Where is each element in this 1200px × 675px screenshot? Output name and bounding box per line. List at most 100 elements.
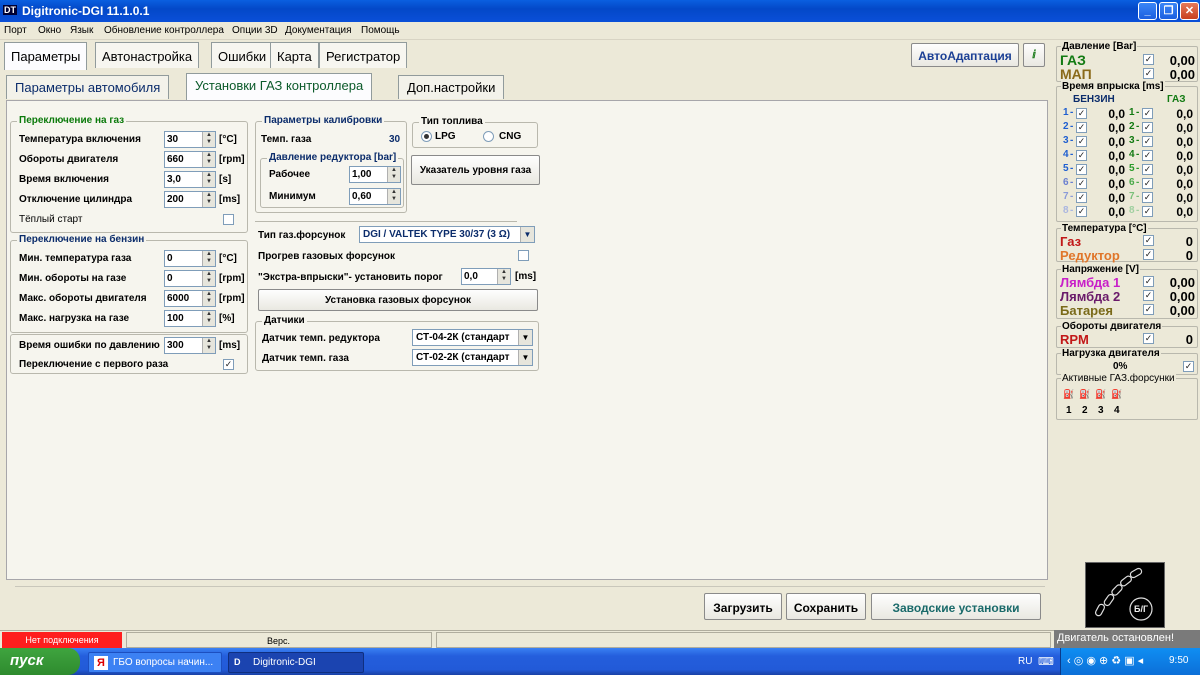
max-rpm-input[interactable]: 6000 ▲ ▼ [164, 290, 216, 307]
minimize-button[interactable]: _ [1138, 2, 1157, 20]
pressure-error-input[interactable]: 300 ▲ ▼ [164, 337, 216, 354]
gas-pressure-checkbox[interactable]: ✓ [1143, 54, 1154, 65]
switch-time-input[interactable]: 3,0 ▲ ▼ [164, 171, 216, 188]
map-pressure-label: МАП [1060, 66, 1092, 82]
language-indicator[interactable]: RU [1018, 656, 1032, 667]
pressure-group: Давление [Bar] ГАЗ ✓ 0,00 МАП ✓ 0,00 [1056, 41, 1198, 82]
lpg-radio[interactable] [421, 131, 432, 142]
gas-cyl-7-checkbox[interactable]: ✓ [1142, 192, 1153, 203]
on-temp-input[interactable]: 30 ▲ ▼ [164, 131, 216, 148]
tab-recorder[interactable]: Регистратор [319, 42, 408, 68]
menu-help[interactable]: Помощь [361, 25, 400, 36]
petrol-cyl-2-checkbox[interactable]: ✓ [1076, 122, 1087, 133]
maximize-button[interactable]: ❐ [1159, 2, 1178, 20]
cylinder-off-input[interactable]: 200 ▲ ▼ [164, 191, 216, 208]
min-rpm-input[interactable]: 0 ▲ ▼ [164, 270, 216, 287]
fuel-type-group: Тип топлива LPG CNG [412, 116, 538, 148]
reducer-temp-checkbox[interactable]: ✓ [1143, 249, 1154, 260]
gas-cyl-3-checkbox[interactable]: ✓ [1142, 136, 1153, 147]
tab-parameters[interactable]: Параметры [4, 42, 88, 70]
petrol-cyl-7-checkbox[interactable]: ✓ [1076, 192, 1087, 203]
gas-sensor-select[interactable]: СТ-02-2К (стандарт ▼ [412, 349, 533, 366]
gas-cyl-dash: - [1136, 107, 1140, 118]
gas-cyl-3-label: 3 [1129, 135, 1135, 146]
task-digitronic[interactable]: D Digitronic-DGI [228, 652, 364, 673]
max-load-label: Макс. нагрузка на газе [19, 313, 130, 324]
keyboard-icon[interactable]: ⌨ [1038, 655, 1054, 668]
factory-settings-button[interactable]: Заводские установки [871, 593, 1041, 620]
gas-level-button[interactable]: Указатель уровня газа [411, 155, 540, 185]
bottom-divider [15, 586, 1045, 587]
tab-errors[interactable]: Ошибки [211, 42, 274, 68]
injector-3-number: 3 [1098, 405, 1104, 416]
min-gas-temp-input[interactable]: 0 ▲ ▼ [164, 250, 216, 267]
menu-language[interactable]: Язык [70, 25, 93, 36]
menu-3d-options[interactable]: Опции 3D [232, 25, 278, 36]
gas-cyl-5-checkbox[interactable]: ✓ [1142, 164, 1153, 175]
subtab-extra-settings[interactable]: Доп.настройки [398, 75, 505, 99]
reducer-sensor-select[interactable]: СТ-04-2К (стандарт ▼ [412, 329, 533, 346]
petrol-cyl-8-checkbox[interactable]: ✓ [1076, 206, 1087, 217]
petrol-cyl-3-checkbox[interactable]: ✓ [1076, 136, 1087, 147]
lambda2-checkbox[interactable]: ✓ [1143, 290, 1154, 301]
gas-cyl-2-label: 2 [1129, 121, 1135, 132]
injector-warmup-checkbox[interactable] [518, 250, 529, 261]
load-checkbox[interactable]: ✓ [1183, 361, 1194, 372]
working-pressure-label: Рабочее [269, 169, 311, 180]
lambda1-value: 0,00 [1169, 275, 1195, 290]
subtab-car-params[interactable]: Параметры автомобиля [6, 75, 170, 99]
gas-cyl-8-checkbox[interactable]: ✓ [1142, 206, 1153, 217]
menu-port[interactable]: Порт [4, 25, 27, 36]
max-load-input[interactable]: 100 ▲ ▼ [164, 310, 216, 327]
petrol-cyl-6-checkbox[interactable]: ✓ [1076, 178, 1087, 189]
menu-documentation[interactable]: Документация [285, 25, 352, 36]
warm-start-checkbox[interactable] [223, 214, 234, 225]
injector-type-select[interactable]: DGI / VALTEK TYPE 30/37 (3 Ω) ▼ [359, 226, 535, 243]
petrol-cyl-dash: - [1070, 149, 1074, 160]
calibration-group: Параметры калибровки Темп. газа 30 Давле… [255, 115, 407, 213]
gas-cyl-6-checkbox[interactable]: ✓ [1142, 178, 1153, 189]
petrol-cyl-4-checkbox[interactable]: ✓ [1076, 150, 1087, 161]
petrol-cyl-5-checkbox[interactable]: ✓ [1076, 164, 1087, 175]
engine-rpm-input[interactable]: 660 ▲ ▼ [164, 151, 216, 168]
task-browser[interactable]: Я ГБО вопросы начин... [88, 652, 222, 673]
cng-radio[interactable] [483, 131, 494, 142]
gas-temp-checkbox[interactable]: ✓ [1143, 235, 1154, 246]
map-pressure-checkbox[interactable]: ✓ [1143, 68, 1154, 79]
divider [255, 221, 517, 222]
install-injectors-button[interactable]: Установка газовых форсунок [258, 289, 538, 311]
battery-checkbox[interactable]: ✓ [1143, 304, 1154, 315]
max-rpm-label: Макс. обороты двигателя [19, 293, 147, 304]
info-icon[interactable]: ⅈ [1023, 43, 1045, 67]
menu-window[interactable]: Окно [38, 25, 61, 36]
tray-icons[interactable]: ‹ ◎ ◉ ⊕ ♻ ▣ ◂ [1067, 654, 1143, 667]
gas-cyl-4-checkbox[interactable]: ✓ [1142, 150, 1153, 161]
gas-cyl-2-checkbox[interactable]: ✓ [1142, 122, 1153, 133]
menu-update-controller[interactable]: Обновление контроллера [104, 25, 224, 36]
task-digitronic-label: Digitronic-DGI [253, 657, 316, 668]
subtab-gas-controller[interactable]: Установки ГАЗ контроллера [186, 73, 373, 100]
petrol-cyl-7-label: 7 [1063, 191, 1069, 202]
extra-injection-unit: [ms] [515, 271, 537, 282]
cylinder-off-unit: [ms] [219, 194, 241, 205]
start-button[interactable]: пуск [0, 648, 80, 675]
close-button[interactable]: ✕ [1180, 2, 1199, 20]
first-switch-checkbox[interactable]: ✓ [223, 359, 234, 370]
gas-cyl-6-label: 6 [1129, 177, 1135, 188]
rpm-checkbox[interactable]: ✓ [1143, 333, 1154, 344]
load-button[interactable]: Загрузить [704, 593, 782, 620]
petrol-cyl-1-checkbox[interactable]: ✓ [1076, 108, 1087, 119]
gas-temp-label: Газ [1060, 234, 1082, 249]
auto-adapt-button[interactable]: АвтоАдаптация [911, 43, 1019, 67]
min-pressure-input[interactable]: 0,60 ▲ ▼ [349, 188, 401, 205]
max-load-unit: [%] [219, 313, 235, 324]
tab-autotune[interactable]: Автонастройка [95, 42, 200, 68]
fuel-switch-widget[interactable]: Б/Г [1085, 562, 1165, 628]
tab-map[interactable]: Карта [270, 42, 319, 68]
lambda1-checkbox[interactable]: ✓ [1143, 276, 1154, 287]
extra-injection-input[interactable]: 0,0 ▲ ▼ [461, 268, 511, 285]
gas-cyl-1-checkbox[interactable]: ✓ [1142, 108, 1153, 119]
save-button[interactable]: Сохранить [786, 593, 866, 620]
working-pressure-input[interactable]: 1,00 ▲ ▼ [349, 166, 401, 183]
lambda1-label: Лямбда 1 [1060, 275, 1121, 290]
